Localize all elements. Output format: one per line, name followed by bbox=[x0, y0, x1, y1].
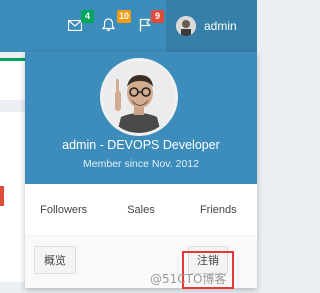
user-menu-toggle[interactable]: admin bbox=[166, 0, 257, 52]
watermark-text: @51CTO博客 bbox=[150, 272, 227, 286]
top-navbar: 4 10 9 admin bbox=[0, 0, 257, 52]
nav-username: admin bbox=[204, 19, 237, 33]
profile-button[interactable]: 概览 bbox=[34, 246, 76, 274]
flag-icon bbox=[139, 18, 151, 32]
messages-menu[interactable]: 4 bbox=[64, 10, 94, 36]
user-dropdown-menu: admin - DEVOPS Developer Member since No… bbox=[25, 52, 257, 289]
avatar bbox=[176, 16, 196, 36]
profile-title: admin - DEVOPS Developer bbox=[62, 138, 220, 152]
user-photo-icon bbox=[103, 61, 175, 133]
background-accent bbox=[0, 186, 4, 206]
user-header: admin - DEVOPS Developer Member since No… bbox=[25, 52, 257, 184]
tasks-count-badge: 9 bbox=[151, 10, 164, 23]
notifications-menu[interactable]: 10 bbox=[97, 10, 131, 36]
friends-link[interactable]: Friends bbox=[180, 204, 257, 216]
bell-icon bbox=[101, 18, 115, 32]
envelope-icon bbox=[68, 19, 82, 31]
messages-count-badge: 4 bbox=[81, 10, 94, 23]
member-since-text: Member since Nov. 2012 bbox=[83, 158, 199, 170]
followers-link[interactable]: Followers bbox=[25, 204, 102, 216]
notifications-count-badge: 10 bbox=[116, 10, 131, 23]
user-avatar-icon bbox=[176, 16, 196, 36]
sales-link[interactable]: Sales bbox=[102, 204, 179, 216]
tasks-menu[interactable]: 9 bbox=[134, 10, 164, 36]
user-body-links: Followers Sales Friends bbox=[25, 184, 257, 236]
profile-avatar bbox=[100, 58, 178, 136]
